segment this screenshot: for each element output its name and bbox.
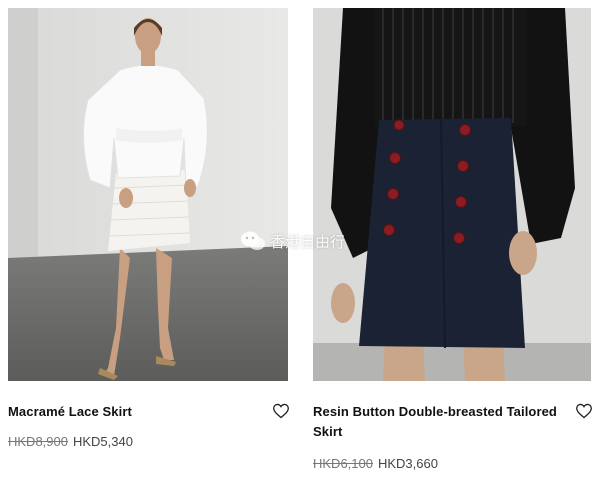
heart-icon[interactable] (575, 403, 593, 419)
price-row: HKD6,100 HKD3,660 (313, 455, 438, 473)
product-photo-white-lace-skirt (8, 8, 288, 381)
watermark: 香港自由行 (240, 229, 345, 253)
product-photo-navy-button-skirt (313, 8, 591, 381)
original-price: HKD6,100 (313, 456, 373, 471)
heart-icon[interactable] (272, 403, 290, 419)
product-name[interactable]: Resin Button Double-breasted Tailored Sk… (313, 402, 563, 442)
product-image[interactable] (8, 8, 288, 381)
product-image[interactable] (313, 8, 591, 381)
price-row: HKD8,900 HKD5,340 (8, 433, 133, 451)
sale-price: HKD5,340 (72, 434, 133, 449)
watermark-text: 香港自由行 (270, 233, 346, 251)
product-name[interactable]: Macramé Lace Skirt (8, 402, 248, 422)
wechat-icon (241, 231, 265, 250)
sale-price: HKD3,660 (377, 456, 438, 471)
original-price: HKD8,900 (8, 434, 68, 449)
